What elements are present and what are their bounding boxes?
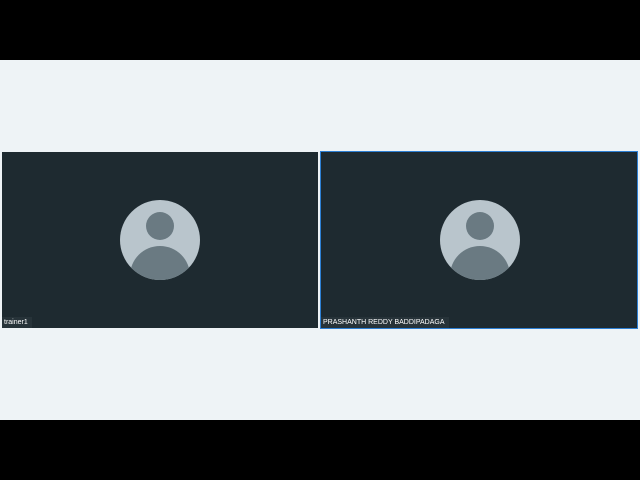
letterbox-bottom bbox=[0, 420, 640, 480]
avatar-body bbox=[450, 246, 510, 280]
video-grid: trainer1 PRASHANTH REDDY BADDIPADAGA bbox=[0, 60, 640, 420]
participant-name-label: trainer1 bbox=[2, 317, 32, 328]
avatar-placeholder-icon bbox=[440, 200, 520, 280]
avatar-head bbox=[146, 212, 174, 240]
participant-tile-trainer1[interactable]: trainer1 bbox=[2, 152, 318, 328]
letterbox-top bbox=[0, 0, 640, 60]
avatar-placeholder-icon bbox=[120, 200, 200, 280]
participant-tile-active-speaker[interactable]: PRASHANTH REDDY BADDIPADAGA bbox=[320, 151, 638, 329]
avatar-head bbox=[466, 212, 494, 240]
participant-name-label: PRASHANTH REDDY BADDIPADAGA bbox=[321, 317, 449, 328]
avatar-body bbox=[130, 246, 190, 280]
